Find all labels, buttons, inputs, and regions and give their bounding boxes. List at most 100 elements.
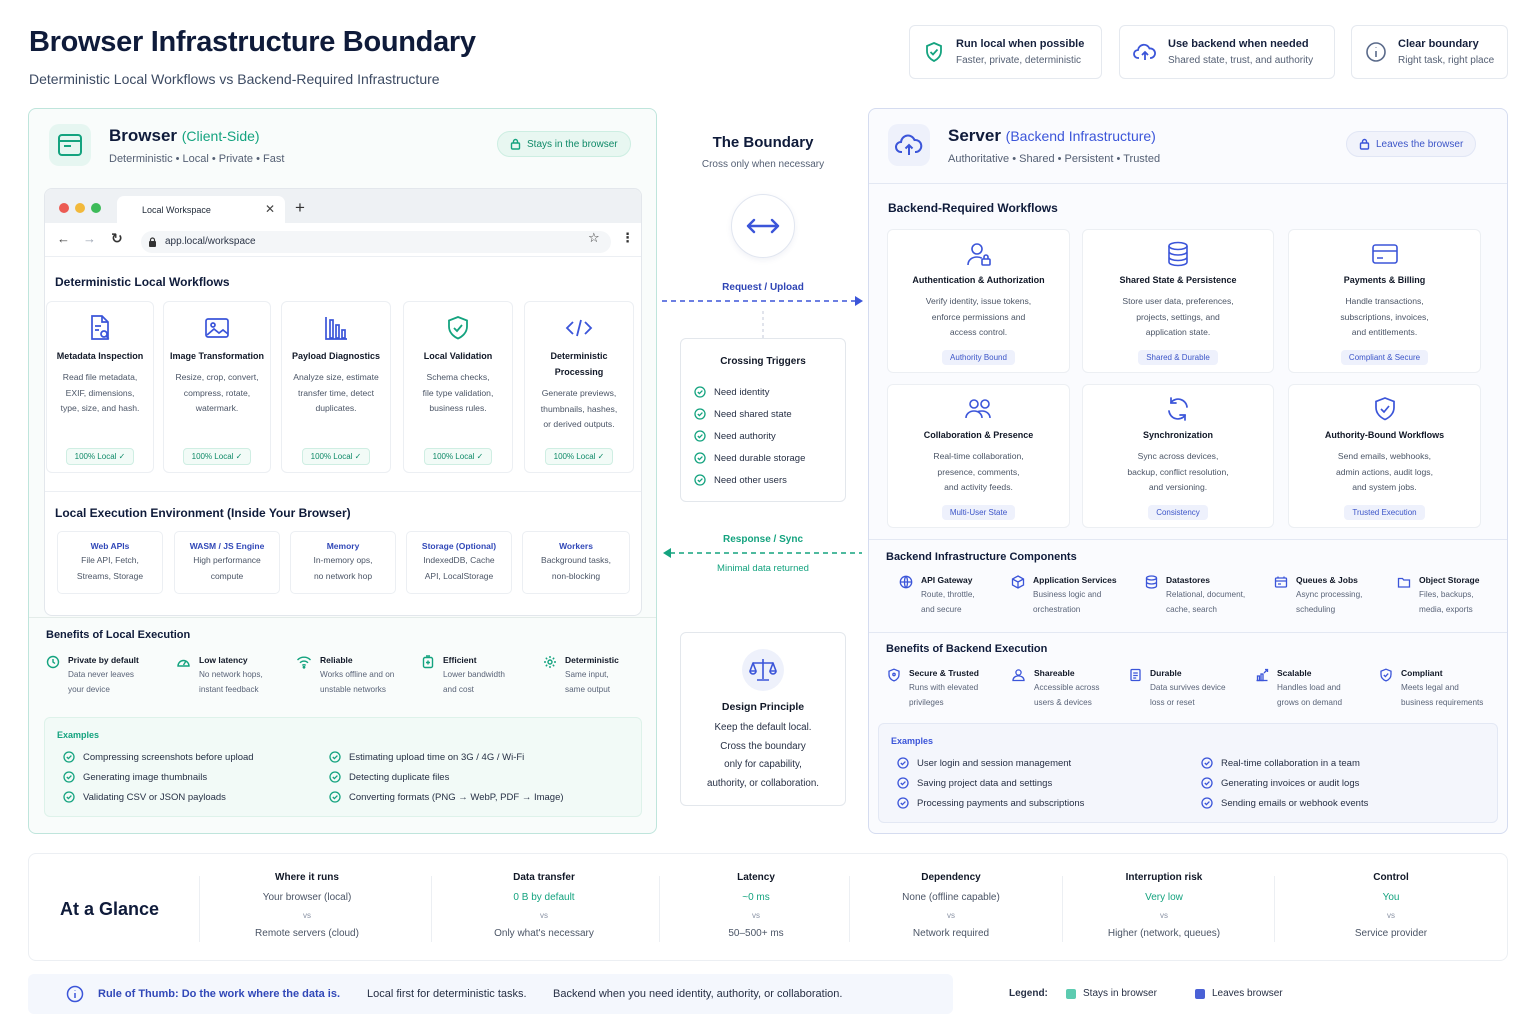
env-card: Workers Background tasks, non-blocking bbox=[522, 531, 630, 594]
maximize-dot[interactable] bbox=[91, 203, 101, 213]
rule-text: Rule of Thumb: Do the work where the dat… bbox=[98, 988, 341, 1000]
response-sync-label: Response / Sync bbox=[722, 534, 804, 545]
connector-line bbox=[762, 311, 764, 339]
workflow-card: Image Transformation Resize, crop, conve… bbox=[163, 301, 271, 473]
principle-title: Clear boundary bbox=[1398, 38, 1479, 50]
request-upload-label: Request / Upload bbox=[722, 282, 804, 293]
local-benefits-heading: Benefits of Local Execution bbox=[46, 629, 191, 641]
backend-benefit-item: Secure & Trusted Runs with elevated privil… bbox=[887, 668, 979, 710]
workflow-card: Local Validation Schema checks, file type… bbox=[403, 301, 513, 473]
example-item: Sending emails or webhook events bbox=[1201, 797, 1368, 809]
tab-close-icon[interactable]: ✕ bbox=[265, 202, 275, 216]
example-item: Real-time collaboration in a team bbox=[1201, 757, 1360, 769]
check-circle-icon bbox=[63, 791, 75, 803]
glance-column: Latency ~0 ms vs 50–500+ ms bbox=[728, 872, 784, 939]
trigger-item: Need shared state bbox=[694, 408, 792, 420]
wifi-icon bbox=[296, 656, 312, 669]
glance-column: Where it runs Your browser (local) vs Remot… bbox=[255, 872, 359, 939]
example-item: Detecting duplicate files bbox=[329, 771, 449, 783]
principle-desc: Right task, right place bbox=[1398, 55, 1495, 66]
info-icon bbox=[1366, 42, 1386, 62]
check-circle-icon bbox=[63, 751, 75, 763]
server-panel-title: Server (Backend Infrastructure) bbox=[948, 126, 1156, 145]
example-item: User login and session management bbox=[897, 757, 1071, 769]
scale-up-icon bbox=[1256, 668, 1269, 682]
close-dot[interactable] bbox=[59, 203, 69, 213]
backend-workflow-card: Synchronization Sync across devices, back… bbox=[1082, 384, 1274, 528]
benefit-item: Low latency No network hops, instant feedb… bbox=[176, 655, 263, 697]
bookmark-star-icon[interactable]: ☆ bbox=[588, 230, 600, 246]
backend-benefit-item: Shareable Accessible across users & device… bbox=[1011, 668, 1100, 710]
legend-swatch-local bbox=[1066, 989, 1076, 999]
battery-icon bbox=[422, 655, 434, 669]
page-subtitle: Deterministic Local Workflows vs Backend… bbox=[29, 71, 440, 87]
menu-kebab-icon[interactable]: ⋮ bbox=[621, 230, 634, 246]
request-arrow bbox=[662, 296, 863, 306]
code-icon bbox=[565, 319, 593, 337]
trigger-item: Need other users bbox=[694, 474, 787, 486]
glance-title: At a Glance bbox=[60, 899, 160, 919]
backend-benefit-item: Durable Data survives device loss or reset bbox=[1129, 668, 1226, 710]
database-icon bbox=[1168, 241, 1188, 267]
check-circle-icon bbox=[694, 408, 706, 420]
cube-icon bbox=[1011, 575, 1025, 589]
divider bbox=[1274, 876, 1275, 942]
browser-panel-title: Browser (Client-Side) bbox=[109, 126, 260, 145]
divider bbox=[849, 876, 850, 942]
principle-desc: Faster, private, deterministic bbox=[956, 55, 1082, 66]
divider bbox=[869, 632, 1507, 633]
back-icon[interactable]: ← bbox=[57, 231, 70, 246]
reload-icon[interactable]: ↻ bbox=[111, 230, 123, 247]
rule-of-thumb-bar: Rule of Thumb: Do the work where the dat… bbox=[28, 974, 953, 1014]
minimize-dot[interactable] bbox=[75, 203, 85, 213]
divider bbox=[45, 491, 641, 492]
shield-check-icon bbox=[448, 316, 468, 340]
shield-check-icon bbox=[926, 42, 942, 62]
backend-workflow-card: Authority-Bound Workflows Send emails, w… bbox=[1288, 384, 1481, 528]
badge-check-icon bbox=[1380, 668, 1392, 682]
backend-examples-box: Examples User login and session manageme… bbox=[878, 723, 1498, 823]
leaves-browser-tag: Leaves the browser bbox=[1346, 131, 1477, 157]
component-item: API Gateway Route, throttle, and secure bbox=[899, 575, 975, 617]
credit-card-icon bbox=[1371, 244, 1398, 264]
legend-server: Leaves browser bbox=[1212, 988, 1283, 999]
benefit-item: Reliable Works offline and on unstable net… bbox=[296, 655, 394, 697]
tab-local-workspace[interactable]: Local Workspace bbox=[117, 196, 285, 223]
principle-card-backend: Use backend when needed Shared state, tru… bbox=[1119, 25, 1335, 79]
backend-components-heading: Backend Infrastructure Components bbox=[886, 551, 1077, 563]
bar-chart-icon bbox=[325, 317, 347, 340]
forward-icon[interactable]: → bbox=[83, 231, 96, 246]
gear-icon bbox=[544, 656, 556, 668]
local-workflows-heading: Deterministic Local Workflows bbox=[55, 275, 230, 289]
at-a-glance-table: At a Glance Where it runs Your browser (l… bbox=[28, 853, 1508, 961]
glance-column: Control You vs Service provider bbox=[1354, 872, 1428, 939]
boundary-subtitle: Cross only when necessary bbox=[701, 159, 825, 170]
check-circle-icon bbox=[897, 797, 909, 809]
legend-swatch-server bbox=[1195, 989, 1205, 999]
trigger-item: Need durable storage bbox=[694, 452, 805, 464]
check-circle-icon bbox=[1201, 797, 1213, 809]
response-arrow bbox=[663, 548, 862, 558]
user-lock-icon bbox=[966, 243, 991, 266]
example-item: Estimating upload time on 3G / 4G / Wi-F… bbox=[329, 751, 524, 763]
example-item: Compressing screenshots before upload bbox=[63, 751, 254, 763]
legend-local: Stays in browser bbox=[1083, 988, 1157, 999]
trigger-item: Need identity bbox=[694, 386, 769, 398]
browser-window: Local Workspace ✕ + ← → ↻ app.local/work… bbox=[44, 188, 642, 616]
check-circle-icon bbox=[897, 757, 909, 769]
divider bbox=[1062, 876, 1063, 942]
divider bbox=[869, 539, 1507, 540]
local-examples-box: Examples Compressing screenshots before … bbox=[44, 717, 642, 817]
gauge-icon bbox=[177, 659, 190, 667]
lock-icon bbox=[510, 138, 521, 150]
divider bbox=[29, 617, 656, 618]
principle-desc: Shared state, trust, and authority bbox=[1168, 55, 1314, 66]
browser-window-icon bbox=[49, 124, 91, 166]
new-tab-icon[interactable]: + bbox=[295, 198, 305, 218]
check-circle-icon bbox=[694, 474, 706, 486]
check-circle-icon bbox=[329, 751, 341, 763]
backend-workflow-card: Authentication & Authorization Verify id… bbox=[887, 229, 1070, 373]
url-field[interactable]: app.local/workspace bbox=[141, 231, 611, 253]
sync-icon bbox=[1168, 397, 1188, 421]
workflow-card: Payload Diagnostics Analyze size, estima… bbox=[281, 301, 391, 473]
